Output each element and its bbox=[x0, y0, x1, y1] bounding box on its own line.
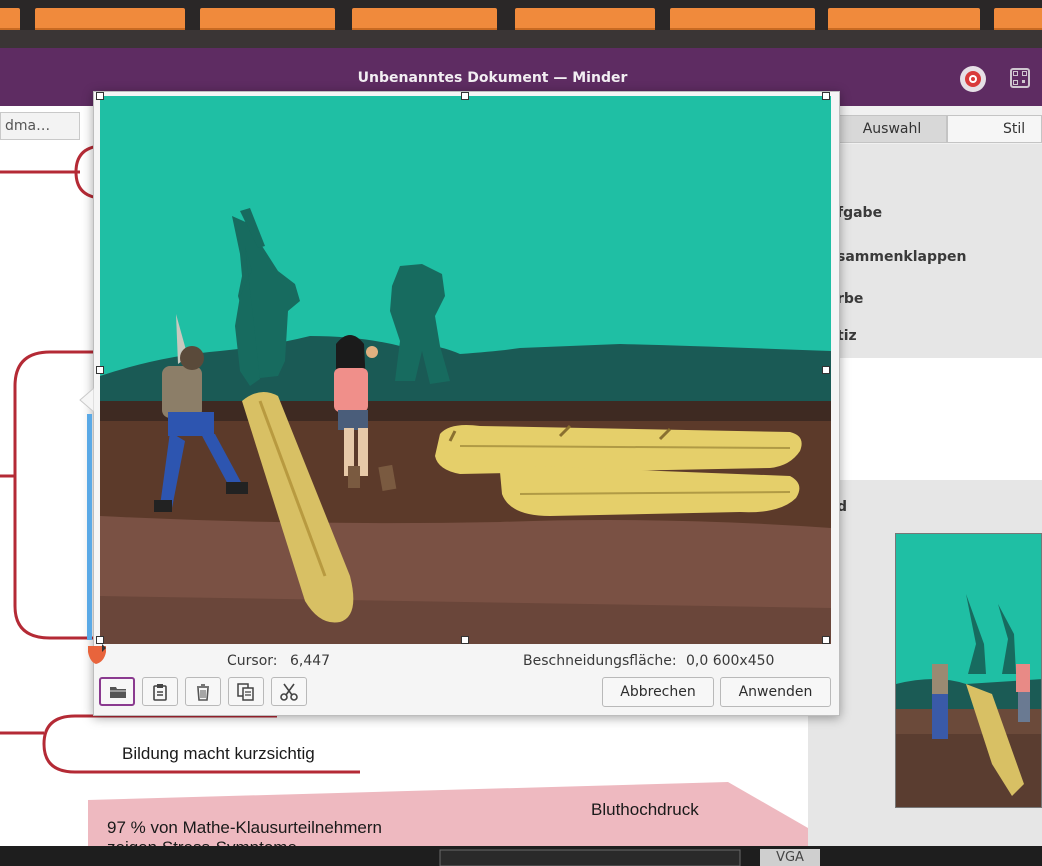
image-thumbnail[interactable] bbox=[895, 533, 1042, 808]
sidebar-section-note bbox=[808, 358, 1042, 480]
copy-button[interactable] bbox=[228, 677, 264, 706]
desk-background-top bbox=[0, 0, 1042, 48]
copy-icon bbox=[237, 683, 254, 701]
cancel-button[interactable]: Abbrechen bbox=[602, 677, 714, 707]
crop-handle-top-left[interactable] bbox=[96, 92, 104, 100]
sidebar-label-color: rbe bbox=[837, 291, 864, 307]
delete-icon bbox=[197, 684, 209, 701]
crop-handle-left[interactable] bbox=[96, 366, 104, 374]
delete-button[interactable] bbox=[185, 677, 221, 706]
node-stress-line2: zeigen Stress-Symptome bbox=[107, 838, 297, 846]
vga-port-label: VGA bbox=[760, 849, 820, 866]
crop-area-value: 0,0 600x450 bbox=[686, 653, 775, 669]
sidebar-label-fold: sammenklappen bbox=[837, 249, 967, 265]
crop-image[interactable] bbox=[100, 96, 831, 644]
paste-icon bbox=[153, 684, 167, 701]
crop-handle-bottom[interactable] bbox=[461, 636, 469, 644]
crop-area-label: Beschneidungsfläche: bbox=[523, 653, 677, 669]
cut-button[interactable] bbox=[271, 677, 307, 706]
node-bildung[interactable]: Bildung macht kurzsichtig bbox=[122, 744, 315, 764]
sidebar-label-task: fgabe bbox=[837, 205, 883, 221]
crop-handle-top[interactable] bbox=[461, 92, 469, 100]
window-title: Unbenanntes Dokument — Minder bbox=[357, 70, 628, 86]
paste-button[interactable] bbox=[142, 677, 178, 706]
open-image-button[interactable] bbox=[99, 677, 135, 706]
crop-handle-bottom-left[interactable] bbox=[96, 636, 104, 644]
crop-handle-top-right[interactable] bbox=[822, 92, 830, 100]
mouse-cursor-icon bbox=[88, 644, 106, 664]
tab-auswahl[interactable]: Auswahl bbox=[837, 115, 947, 143]
node-bluthochdruck[interactable]: Bluthochdruck bbox=[591, 800, 699, 820]
cursor-label: Cursor: bbox=[227, 653, 278, 669]
cut-icon bbox=[280, 683, 298, 701]
crop-handle-right[interactable] bbox=[822, 366, 830, 374]
device-edge bbox=[439, 849, 741, 866]
node-pointer bbox=[79, 388, 94, 640]
apply-button[interactable]: Anwenden bbox=[720, 677, 831, 707]
target-icon[interactable] bbox=[960, 66, 986, 92]
qr-code-icon[interactable] bbox=[1010, 68, 1030, 88]
crop-handle-bottom-right[interactable] bbox=[822, 636, 830, 644]
node-stress-line1: 97 % von Mathe-Klausurteilnehmern bbox=[107, 818, 382, 837]
cursor-value: 6,447 bbox=[290, 653, 331, 669]
folder-open-icon bbox=[110, 687, 126, 698]
tab-stil[interactable]: Stil bbox=[947, 115, 1042, 143]
